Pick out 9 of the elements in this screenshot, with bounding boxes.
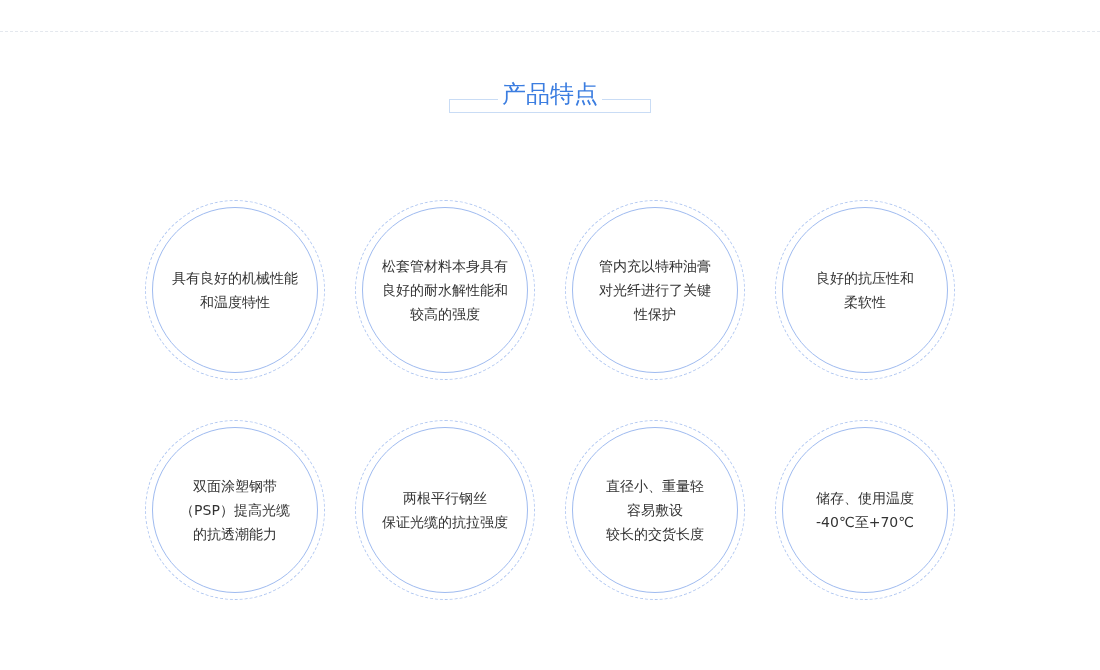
feature-text: 管内充以特种油膏 对光纤进行了关键 性保护 <box>599 257 711 324</box>
feature-text: 储存、使用温度 -40℃至+70℃ <box>816 489 914 532</box>
section-title: 产品特点 <box>498 79 602 109</box>
feature-text: 松套管材料本身具有 良好的耐水解性能和 较高的强度 <box>382 257 508 324</box>
feature-text: 双面涂塑钢带 （PSP）提高光缆 的抗透潮能力 <box>180 477 290 544</box>
feature-text: 具有良好的机械性能 和温度特性 <box>172 269 298 312</box>
feature-text: 直径小、重量轻 容易敷设 较长的交货长度 <box>606 477 704 544</box>
feature-text: 良好的抗压性和 柔软性 <box>816 269 914 312</box>
feature-text: 两根平行钢丝 保证光缆的抗拉强度 <box>382 489 508 532</box>
